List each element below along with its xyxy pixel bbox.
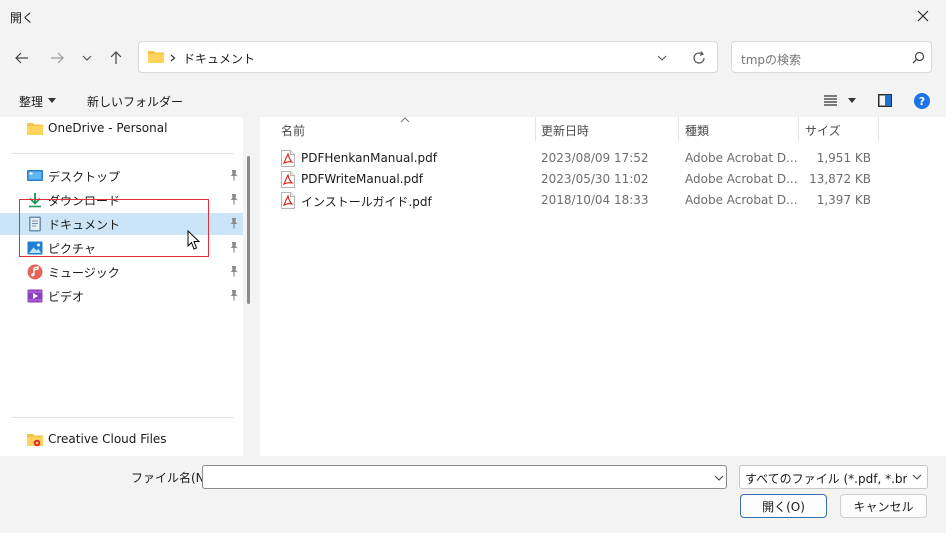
organize-dropdown-icon[interactable] bbox=[48, 98, 56, 103]
column-header-date[interactable]: 更新日時 bbox=[541, 122, 589, 139]
mouse-cursor-icon bbox=[187, 230, 201, 250]
organize-button[interactable]: 整理 bbox=[19, 93, 43, 110]
chevron-down-icon bbox=[82, 55, 92, 61]
column-divider[interactable] bbox=[678, 117, 679, 141]
pin-icon[interactable] bbox=[228, 193, 240, 205]
recent-locations-button[interactable] bbox=[73, 44, 101, 72]
pin-icon[interactable] bbox=[228, 169, 240, 181]
search-input[interactable]: tmpの検索 bbox=[731, 41, 932, 73]
arrow-up-icon bbox=[110, 51, 122, 64]
view-dropdown-icon[interactable] bbox=[848, 98, 856, 103]
nav-label: Creative Cloud Files bbox=[48, 432, 167, 446]
file-row[interactable]: PDFWriteManual.pdf 2023/05/30 11:02 Adob… bbox=[260, 169, 946, 190]
nav-label: ビデオ bbox=[48, 290, 85, 304]
file-date: 2023/05/30 11:02 bbox=[541, 172, 649, 186]
close-button[interactable] bbox=[900, 0, 946, 32]
folder-icon bbox=[148, 51, 164, 63]
back-button[interactable] bbox=[8, 44, 36, 72]
arrow-left-icon bbox=[15, 52, 28, 64]
view-list-icon[interactable] bbox=[824, 95, 837, 106]
file-type: Adobe Acrobat D... bbox=[685, 151, 798, 165]
arrow-right-icon bbox=[51, 52, 64, 64]
window-title: 開く bbox=[10, 11, 35, 25]
preview-pane-icon[interactable] bbox=[878, 94, 892, 107]
pin-icon[interactable] bbox=[228, 217, 240, 229]
address-bar[interactable]: ドキュメント bbox=[138, 41, 718, 73]
breadcrumb-chevron-icon bbox=[170, 54, 176, 62]
nav-separator bbox=[12, 153, 234, 154]
creative-cloud-folder-icon bbox=[27, 434, 43, 447]
pin-icon[interactable] bbox=[228, 289, 240, 301]
address-dropdown-icon[interactable] bbox=[657, 55, 667, 61]
nav-item-desktop[interactable]: デスクトップ bbox=[0, 165, 243, 187]
file-date: 2018/10/04 18:33 bbox=[541, 193, 649, 207]
folder-icon bbox=[27, 123, 43, 135]
column-divider[interactable] bbox=[878, 117, 879, 141]
svg-text:?: ? bbox=[919, 95, 925, 108]
file-type: Adobe Acrobat D... bbox=[685, 172, 798, 186]
nav-item-videos[interactable]: ビデオ bbox=[0, 285, 243, 307]
nav-label: OneDrive - Personal bbox=[48, 121, 168, 135]
column-header-name[interactable]: 名前 bbox=[281, 122, 305, 139]
column-divider[interactable] bbox=[798, 117, 799, 141]
nav-item-music[interactable]: ミュージック bbox=[0, 261, 243, 283]
nav-item-onedrive[interactable]: OneDrive - Personal bbox=[0, 118, 243, 140]
close-icon bbox=[917, 10, 929, 22]
help-icon[interactable]: ? bbox=[914, 93, 930, 109]
file-type-select[interactable]: すべてのファイル (*.pdf, *.bmp, *.jp bbox=[739, 465, 928, 489]
pdf-file-icon bbox=[281, 150, 295, 167]
select-arrow-area bbox=[907, 466, 927, 488]
cancel-button[interactable]: キャンセル bbox=[840, 494, 927, 518]
navigation-pane: OneDrive - Personal デスクトップ ダウンロード ドキュメント… bbox=[0, 117, 243, 456]
sort-ascending-icon bbox=[400, 117, 410, 123]
refresh-icon[interactable] bbox=[692, 51, 706, 65]
annotation-highlight bbox=[19, 199, 209, 257]
file-type-value: すべてのファイル (*.pdf, *.bmp, *.jp bbox=[745, 472, 927, 486]
file-size: 1,951 KB bbox=[816, 151, 871, 165]
chevron-down-icon bbox=[912, 474, 922, 480]
file-row[interactable]: インストールガイド.pdf 2018/10/04 18:33 Adobe Acr… bbox=[260, 190, 946, 211]
desktop-icon bbox=[27, 170, 43, 181]
nav-scrollbar[interactable] bbox=[247, 156, 250, 304]
search-placeholder: tmpの検索 bbox=[741, 53, 802, 67]
file-name: PDFHenkanManual.pdf bbox=[301, 151, 437, 165]
title-bar: 開く bbox=[0, 0, 946, 32]
search-icon bbox=[912, 51, 925, 64]
music-icon bbox=[27, 264, 43, 280]
filename-dropdown-icon[interactable] bbox=[714, 475, 724, 481]
nav-separator bbox=[12, 417, 234, 418]
nav-label: ミュージック bbox=[48, 266, 120, 280]
open-button[interactable]: 開く(O) bbox=[740, 494, 827, 518]
column-header-size[interactable]: サイズ bbox=[805, 122, 841, 139]
pdf-file-icon bbox=[281, 171, 295, 188]
pdf-file-icon bbox=[281, 192, 295, 209]
pin-icon[interactable] bbox=[228, 241, 240, 253]
new-folder-button[interactable]: 新しいフォルダー bbox=[87, 93, 183, 110]
column-header-type[interactable]: 種類 bbox=[685, 122, 709, 139]
file-date: 2023/08/09 17:52 bbox=[541, 151, 649, 165]
breadcrumb-documents[interactable]: ドキュメント bbox=[183, 50, 255, 67]
command-bar: 整理 新しいフォルダー ? bbox=[0, 86, 946, 116]
file-size: 1,397 KB bbox=[816, 193, 871, 207]
file-name: PDFWriteManual.pdf bbox=[301, 172, 423, 186]
file-list: 名前 更新日時 種類 サイズ PDFHenkanManual.pdf 2023/… bbox=[260, 117, 946, 456]
file-size: 13,872 KB bbox=[809, 172, 871, 186]
pin-icon[interactable] bbox=[228, 265, 240, 277]
file-type: Adobe Acrobat D... bbox=[685, 193, 798, 207]
nav-item-creative-cloud[interactable]: Creative Cloud Files bbox=[0, 429, 243, 451]
forward-button[interactable] bbox=[43, 44, 71, 72]
filename-input[interactable] bbox=[202, 465, 727, 489]
file-row[interactable]: PDFHenkanManual.pdf 2023/08/09 17:52 Ado… bbox=[260, 148, 946, 169]
column-divider[interactable] bbox=[535, 117, 536, 141]
videos-icon bbox=[27, 289, 43, 303]
up-button[interactable] bbox=[102, 44, 130, 72]
nav-label: デスクトップ bbox=[48, 170, 121, 184]
file-name: インストールガイド.pdf bbox=[301, 195, 432, 209]
